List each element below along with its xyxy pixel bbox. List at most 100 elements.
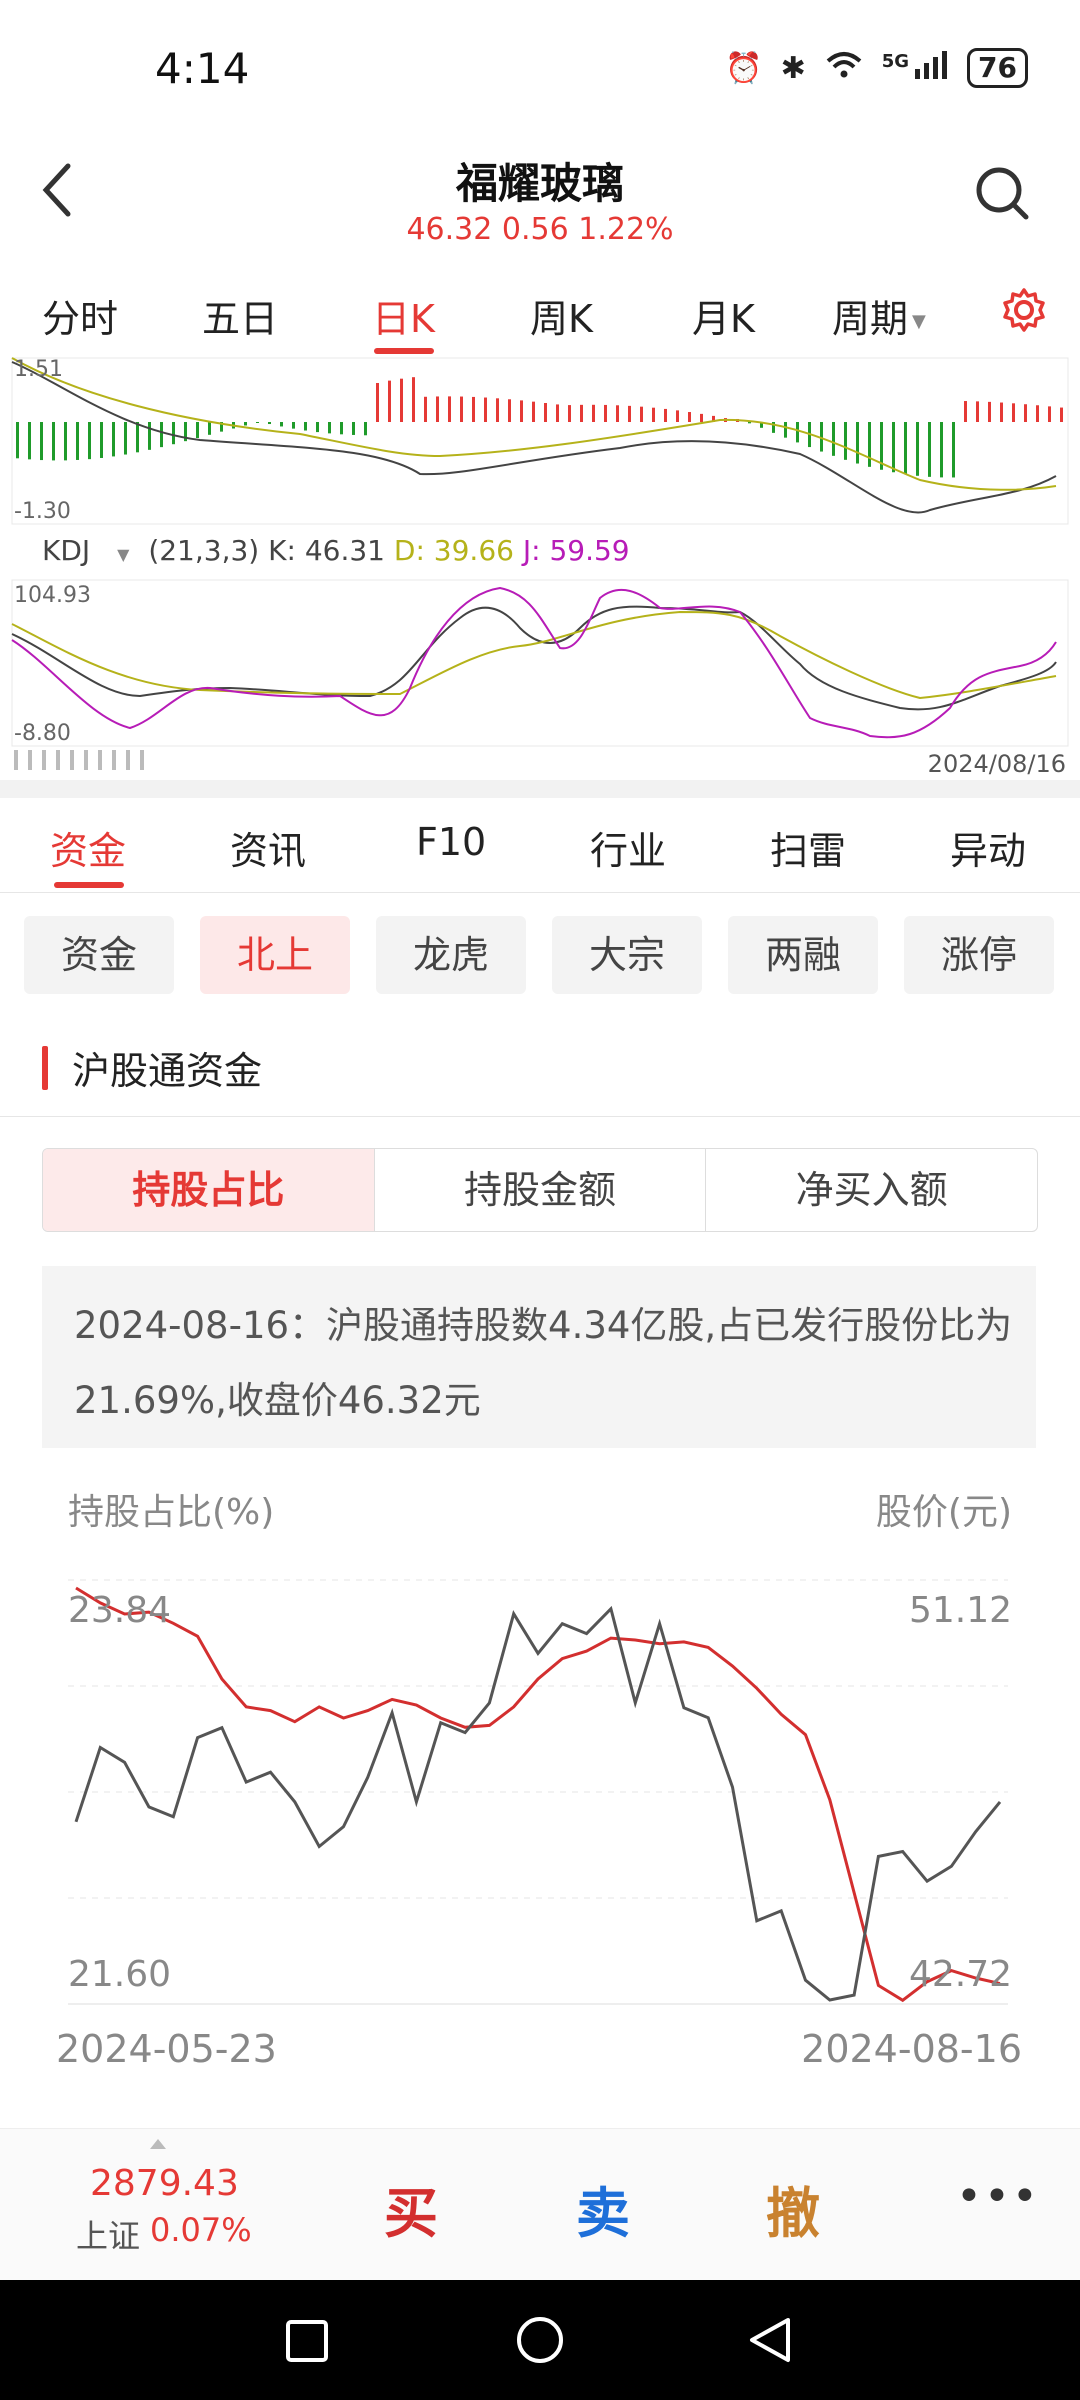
macd-bar xyxy=(124,422,127,455)
settings-button[interactable] xyxy=(1000,286,1048,343)
tab-daily-k[interactable]: 日K xyxy=(372,288,435,343)
macd-bar xyxy=(676,410,679,422)
bluetooth-icon: ✱ xyxy=(780,50,806,86)
macd-bar xyxy=(268,422,271,425)
macd-bar xyxy=(1036,405,1039,422)
cancel-order-button[interactable]: 撤 xyxy=(766,2169,820,2248)
search-button[interactable] xyxy=(972,163,1032,223)
macd-bar xyxy=(28,422,31,460)
macd-bar xyxy=(448,396,451,422)
macd-bar xyxy=(700,413,703,422)
divider xyxy=(0,1116,1080,1117)
index-value[interactable]: 2879.43 xyxy=(90,2163,239,2204)
macd-bar xyxy=(856,422,859,464)
chip-northbound[interactable]: 北上 xyxy=(200,916,350,994)
chip-limit-up[interactable]: 涨停 xyxy=(904,916,1054,994)
tab-news[interactable]: 资讯 xyxy=(230,820,306,875)
tab-unusual[interactable]: 异动 xyxy=(950,820,1026,875)
macd-bar xyxy=(1012,403,1015,422)
chip-funds[interactable]: 资金 xyxy=(24,916,174,994)
macd-bar xyxy=(976,401,979,422)
battery-icon: 76 xyxy=(967,48,1028,88)
kdj-params: (21,3,3) xyxy=(148,534,260,567)
macd-bar xyxy=(100,422,103,458)
macd-bar xyxy=(208,422,211,435)
macd-bar xyxy=(940,422,943,478)
macd-bar xyxy=(400,378,403,422)
macd-bar xyxy=(628,405,631,422)
macd-bar xyxy=(412,377,415,422)
tab-f10[interactable]: F10 xyxy=(416,820,486,864)
macd-bar xyxy=(520,400,523,422)
sell-button[interactable]: 卖 xyxy=(576,2169,630,2248)
kdj-label[interactable]: KDJ xyxy=(42,534,90,567)
macd-bar xyxy=(964,401,967,422)
system-nav-bar xyxy=(0,2280,1080,2400)
macd-bar xyxy=(484,397,487,422)
macd-bar xyxy=(316,422,319,433)
date-range-scrollbar[interactable] xyxy=(14,750,144,770)
holding-chart: 持股占比(%) 股价(元) 23.84 21.60 51.12 42.72 20… xyxy=(56,1492,1022,2071)
macd-bar xyxy=(256,422,259,423)
home-icon[interactable] xyxy=(514,2314,566,2366)
macd-bar xyxy=(292,422,295,429)
tab-monthly-k[interactable]: 月K xyxy=(692,288,755,343)
tab-funds[interactable]: 资金 xyxy=(50,820,126,875)
back-nav-icon[interactable] xyxy=(744,2314,796,2366)
tab-five-day[interactable]: 五日 xyxy=(202,288,278,343)
macd-bottom-label: -1.30 xyxy=(14,499,71,524)
alarm-icon: ⏰ xyxy=(725,50,763,86)
macd-bar xyxy=(868,422,871,467)
section-tab-underline xyxy=(54,882,124,888)
trade-bar: 2879.43 上证 0.07% 买 卖 撤 ••• xyxy=(0,2128,1080,2281)
macd-bar xyxy=(304,422,307,431)
tab-risk-scan[interactable]: 扫雷 xyxy=(770,820,846,875)
recent-apps-icon[interactable] xyxy=(284,2318,330,2364)
macd-bar xyxy=(172,422,175,445)
macd-bar xyxy=(52,422,55,461)
signal-icon xyxy=(913,49,949,87)
section-tabs: 资金 资讯 F10 行业 扫雷 异动 xyxy=(0,800,1080,893)
stock-change: 0.56 xyxy=(501,212,569,247)
y-right-max: 51.12 xyxy=(909,1590,1012,1631)
macd-bar xyxy=(88,422,91,460)
chip-margin[interactable]: 两融 xyxy=(728,916,878,994)
macd-bar xyxy=(16,422,19,459)
index-change: 0.07% xyxy=(150,2211,252,2249)
macd-bar xyxy=(388,380,391,422)
caret-down-icon[interactable]: ▼ xyxy=(117,545,129,564)
tab-period[interactable]: 周期 ▼ xyxy=(832,288,926,343)
macd-bar xyxy=(64,422,67,461)
tab-industry[interactable]: 行业 xyxy=(590,820,666,875)
macd-bar xyxy=(604,404,607,422)
macd-bar xyxy=(76,422,79,460)
chip-dragon-tiger[interactable]: 龙虎 xyxy=(376,916,526,994)
macd-bar xyxy=(892,422,895,473)
status-bar: 4:14 ⏰ ✱ 5G 76 xyxy=(0,0,1080,140)
more-button[interactable]: ••• xyxy=(956,2171,1040,2222)
section-accent-bar xyxy=(42,1046,48,1090)
macd-bar xyxy=(244,422,247,426)
y-left-title: 持股占比(%) xyxy=(68,1492,274,1533)
series-line-holding-ratio xyxy=(75,1586,1001,2003)
tab-fenshi[interactable]: 分时 xyxy=(42,288,118,343)
chip-block-trade[interactable]: 大宗 xyxy=(552,916,702,994)
macd-bar xyxy=(988,401,991,422)
kdj-bottom-label: -8.80 xyxy=(14,721,71,746)
tab-period-label: 周期 xyxy=(832,297,909,341)
segment-holding-amount[interactable]: 持股金额 xyxy=(373,1149,706,1231)
segment-net-buy[interactable]: 净买入额 xyxy=(705,1149,1037,1231)
clock: 4:14 xyxy=(155,44,250,93)
macd-bar xyxy=(544,403,547,422)
macd-bar xyxy=(136,422,139,453)
x-label-end: 2024-08-16 xyxy=(801,2027,1022,2071)
macd-bar xyxy=(952,422,955,478)
macd-bar xyxy=(340,422,343,435)
macd-bar xyxy=(1060,407,1063,422)
expand-up-icon[interactable] xyxy=(150,2139,166,2149)
buy-button[interactable]: 买 xyxy=(384,2169,438,2248)
tab-weekly-k[interactable]: 周K xyxy=(530,288,593,343)
macd-bar xyxy=(616,405,619,422)
segment-holding-ratio[interactable]: 持股占比 xyxy=(43,1149,374,1231)
index-name: 上证 xyxy=(76,2217,141,2255)
